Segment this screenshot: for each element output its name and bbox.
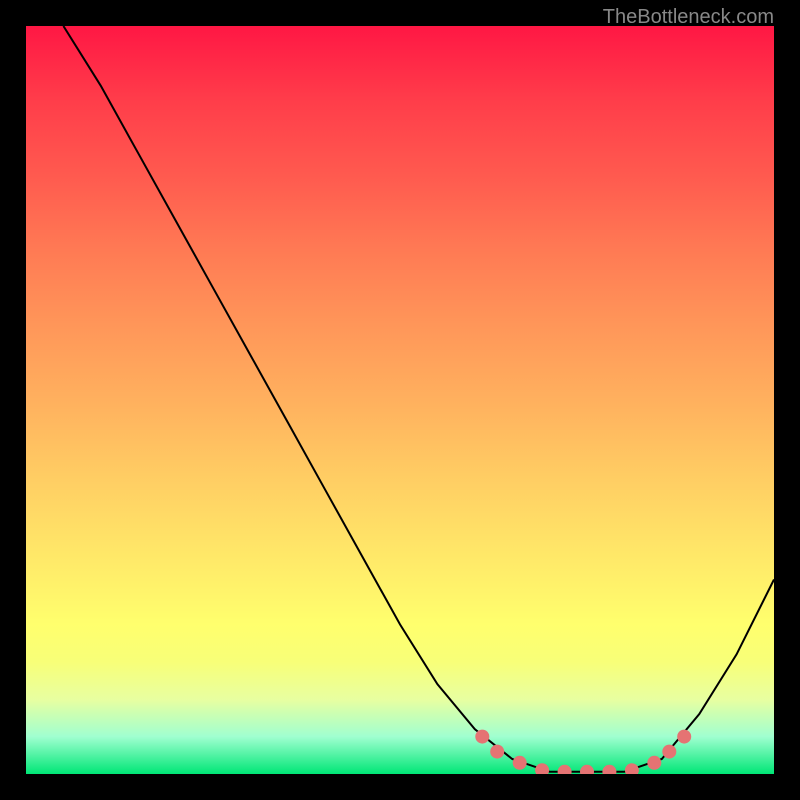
watermark-text: TheBottleneck.com xyxy=(603,6,774,29)
optimal-zone-dots xyxy=(26,26,774,774)
